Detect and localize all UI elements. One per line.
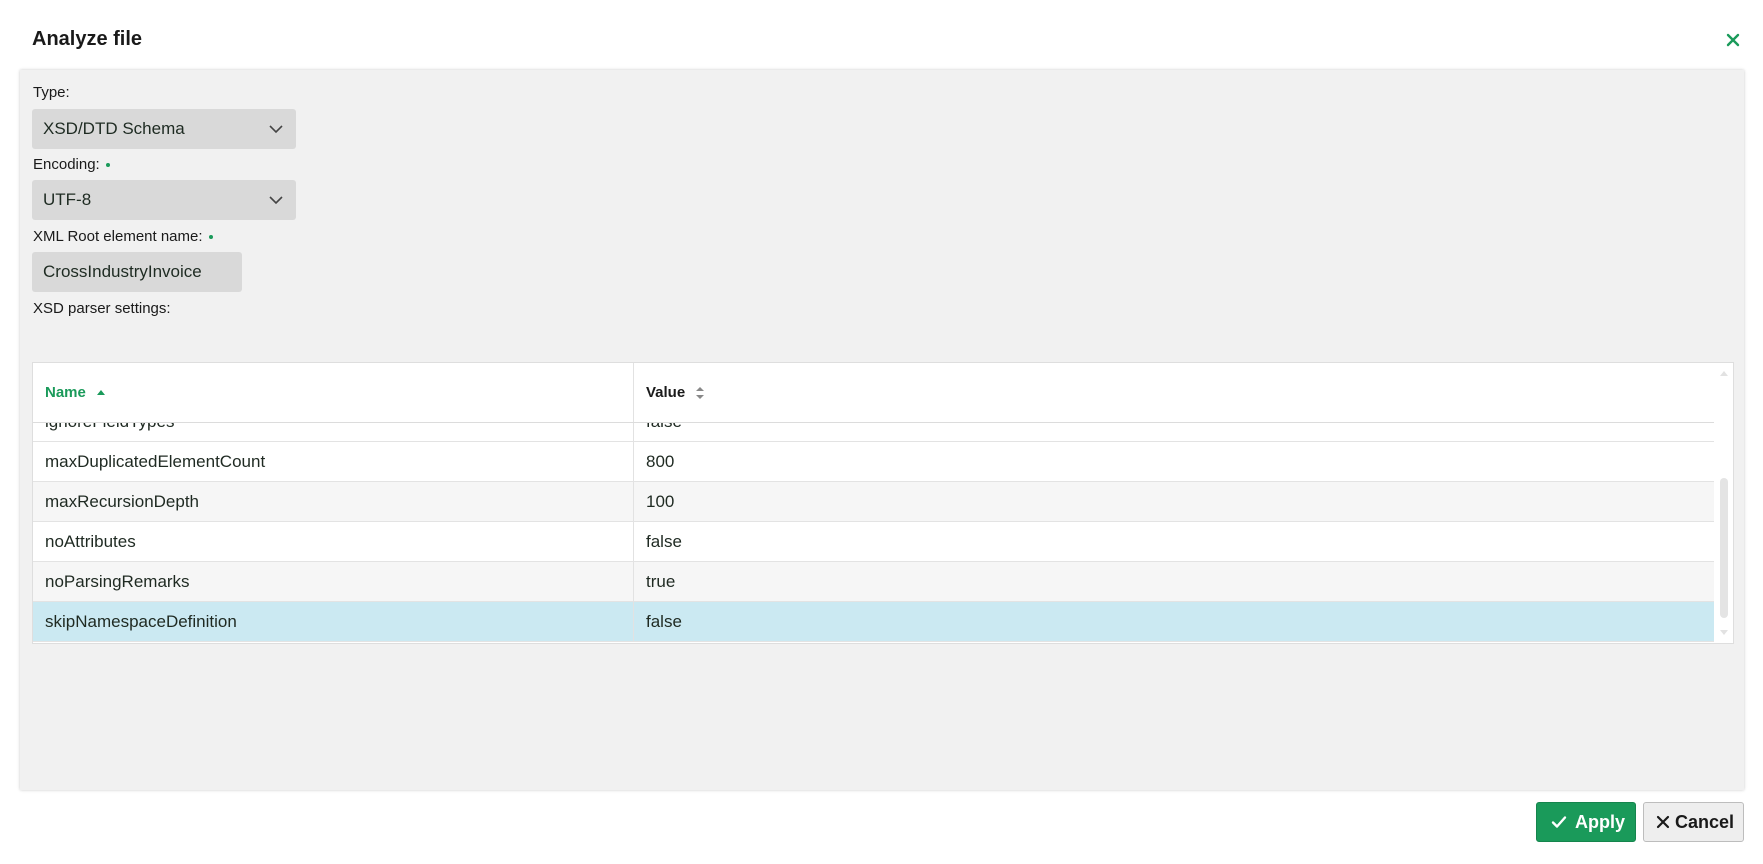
- column-header-value[interactable]: Value: [634, 363, 1714, 422]
- type-select-value: XSD/DTD Schema: [43, 119, 185, 138]
- table-row[interactable]: ignoreFieldTypes false: [33, 423, 1714, 442]
- table-row[interactable]: noParsingRemarks true: [33, 562, 1714, 602]
- apply-label: Apply: [1575, 812, 1626, 832]
- close-icon: [1656, 815, 1670, 829]
- type-select[interactable]: XSD/DTD Schema: [32, 109, 296, 149]
- cell-name: skipNamespaceDefinition: [33, 602, 634, 641]
- cell-name: noParsingRemarks: [33, 562, 634, 601]
- parser-settings-label: XSD parser settings:: [33, 300, 171, 317]
- table-row-selected[interactable]: skipNamespaceDefinition false: [33, 602, 1714, 642]
- encoding-select-value: UTF-8: [43, 190, 92, 209]
- cancel-button[interactable]: Cancel: [1643, 802, 1744, 842]
- dialog-title: Analyze file: [32, 28, 143, 50]
- root-element-input[interactable]: CrossIndustryInvoice: [32, 252, 242, 292]
- parser-settings-grid: Name Value ignoreFieldTypes false: [32, 362, 1734, 644]
- table-row[interactable]: noAttributes false: [33, 522, 1714, 562]
- cell-value: false: [646, 612, 682, 631]
- grid-body: ignoreFieldTypes false maxDuplicatedElem…: [33, 423, 1714, 643]
- cell-value: true: [646, 572, 676, 591]
- apply-button[interactable]: Apply: [1536, 802, 1636, 842]
- cell-value: 800: [646, 452, 675, 471]
- scrollbar-thumb[interactable]: [1720, 478, 1728, 618]
- cell-value: false: [646, 532, 682, 551]
- cell-value: 100: [646, 492, 675, 511]
- cell-value: false: [634, 423, 1714, 441]
- check-icon: [1551, 816, 1567, 828]
- type-label: Type:: [33, 84, 70, 101]
- cell-name: noAttributes: [33, 522, 634, 561]
- dialog-body: Type: XSD/DTD Schema Encoding: UTF-8 XML…: [20, 70, 1744, 790]
- vertical-scrollbar[interactable]: [1715, 363, 1733, 643]
- encoding-select[interactable]: UTF-8: [32, 180, 296, 220]
- cell-name: ignoreFieldTypes: [33, 423, 634, 441]
- chevron-down-icon: [269, 196, 283, 205]
- table-row[interactable]: maxRecursionDepth 100: [33, 482, 1714, 522]
- cell-name: maxDuplicatedElementCount: [33, 442, 634, 481]
- required-dot-icon: [105, 163, 110, 168]
- required-dot-icon: [208, 235, 213, 240]
- sort-ascending-icon: [97, 390, 106, 396]
- scroll-up-icon[interactable]: [1719, 369, 1729, 379]
- root-element-label: XML Root element name:: [33, 228, 213, 245]
- chevron-down-icon: [269, 125, 283, 134]
- close-icon[interactable]: [1723, 30, 1743, 50]
- grid-header: Name Value: [33, 363, 1714, 423]
- scroll-down-icon[interactable]: [1719, 627, 1729, 637]
- encoding-label: Encoding:: [33, 156, 110, 173]
- root-element-value: CrossIndustryInvoice: [43, 262, 202, 281]
- table-row[interactable]: maxDuplicatedElementCount 800: [33, 442, 1714, 482]
- column-header-name[interactable]: Name: [33, 363, 634, 422]
- analyze-file-dialog: Analyze file Type: XSD/DTD Schema Encodi…: [0, 0, 1763, 864]
- sort-icon: [696, 387, 705, 400]
- cancel-label: Cancel: [1675, 812, 1735, 832]
- cell-name: maxRecursionDepth: [33, 482, 634, 521]
